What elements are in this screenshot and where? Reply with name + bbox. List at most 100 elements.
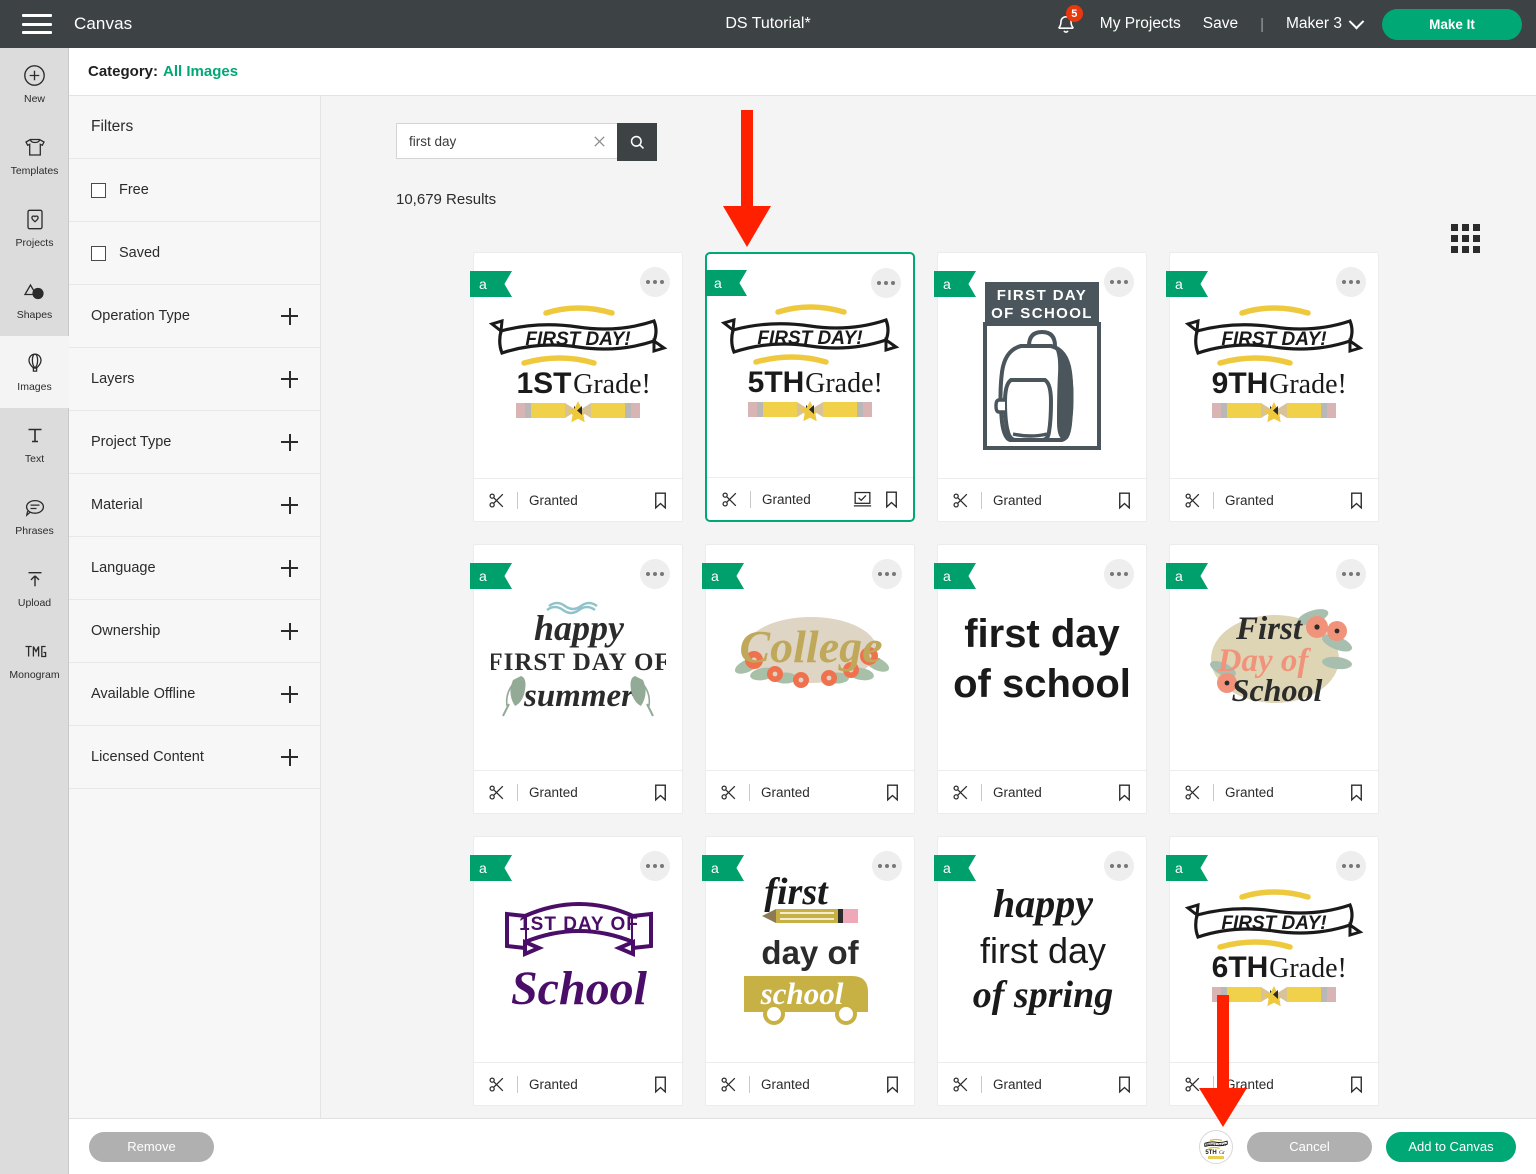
plus-icon[interactable] (281, 685, 298, 703)
image-card-first-day-6th-grade[interactable]: a FIRST DAY! 6TH Grade! Granted (1166, 836, 1379, 1106)
college-artwork: College (734, 617, 889, 688)
svg-text:FIRST DAY!: FIRST DAY! (757, 328, 862, 349)
plus-icon[interactable] (281, 559, 298, 577)
bookmark-icon[interactable] (1116, 1075, 1133, 1094)
sidebar-item-templates[interactable]: Templates (0, 120, 69, 192)
plus-icon[interactable] (281, 496, 298, 514)
sidebar-item-monogram[interactable]: Monogram (0, 624, 69, 696)
bookmark-icon[interactable] (652, 1075, 669, 1094)
image-card-first-day-of-school-floral[interactable]: a First Day of School Granted (1166, 544, 1379, 814)
image-card-first-day-9th-grade[interactable]: a FIRST DAY! 9TH Grade! Granted (1166, 252, 1379, 522)
plus-icon[interactable] (281, 622, 298, 640)
filter-group-material[interactable]: Material (69, 474, 320, 537)
bookmark-icon[interactable] (884, 783, 901, 802)
more-dots-icon[interactable] (1104, 851, 1134, 881)
added-to-canvas-icon[interactable] (853, 490, 872, 508)
save-button[interactable]: Save (1203, 15, 1238, 33)
add-to-canvas-button[interactable]: Add to Canvas (1386, 1131, 1516, 1162)
plus-icon[interactable] (281, 307, 298, 325)
bookmark-icon[interactable] (1348, 1075, 1365, 1094)
sidebar-item-upload[interactable]: Upload (0, 552, 69, 624)
more-dots-icon[interactable] (640, 267, 670, 297)
more-dots-icon[interactable] (872, 851, 902, 881)
remove-button[interactable]: Remove (89, 1131, 214, 1162)
filters-heading: Filters (69, 96, 320, 159)
sidebar-item-shapes[interactable]: Shapes (0, 264, 69, 336)
more-dots-icon[interactable] (1336, 267, 1366, 297)
svg-text:1ST DAY OF: 1ST DAY OF (519, 914, 639, 935)
bookmark-icon[interactable] (884, 1075, 901, 1094)
more-dots-icon[interactable] (1336, 559, 1366, 589)
footer-divider (1213, 783, 1214, 801)
more-dots-icon[interactable] (640, 851, 670, 881)
machine-selector[interactable]: Maker 3 (1286, 13, 1365, 33)
bookmark-icon[interactable] (652, 491, 669, 510)
image-card-first-day-of-school-plain[interactable]: a first day of school Granted (934, 544, 1147, 814)
plus-icon[interactable] (281, 370, 298, 388)
image-card-first-day-5th-grade[interactable]: a FIRST DAY! 5TH Grade! Granted (705, 252, 915, 522)
image-card-happy-first-day-of-spring[interactable]: a happy first day of spring Granted (934, 836, 1147, 1106)
license-label: Granted (529, 492, 578, 508)
clear-search-button[interactable] (581, 123, 617, 159)
sidebar-item-images[interactable]: Images (0, 336, 69, 408)
filter-group-layers[interactable]: Layers (69, 348, 320, 411)
bookmark-icon[interactable] (883, 490, 900, 509)
selected-image-thumbnail[interactable]: FIRST DAY! 5TH Gr (1199, 1129, 1233, 1164)
filter-group-label: Material (91, 497, 143, 513)
more-dots-icon[interactable] (1336, 851, 1366, 881)
image-card-first-day-of-school-backpack[interactable]: a FIRST DAY OF SCHOOL Granted (934, 252, 1147, 522)
bookmark-icon[interactable] (1348, 491, 1365, 510)
more-dots-icon[interactable] (640, 559, 670, 589)
search-submit-button[interactable] (617, 123, 657, 161)
make-it-button[interactable]: Make It (1382, 8, 1522, 40)
image-card-first-day-of-school-bus[interactable]: a first day of school Granted (702, 836, 915, 1106)
image-card-happy-first-day-of-summer[interactable]: a happy FIRST DAY OF summer Granted (470, 544, 683, 814)
sidebar-item-text[interactable]: Text (0, 408, 69, 480)
checkbox-saved[interactable] (91, 245, 106, 261)
card-footer: Granted (1170, 1062, 1378, 1105)
filter-checkbox-saved[interactable]: Saved (69, 222, 320, 285)
filter-group-licensed-content[interactable]: Licensed Content (69, 726, 320, 789)
filter-group-project-type[interactable]: Project Type (69, 411, 320, 474)
sidebar-item-phrases[interactable]: Phrases (0, 480, 69, 552)
checkbox-free[interactable] (91, 182, 106, 198)
filter-group-operation-type[interactable]: Operation Type (69, 285, 320, 348)
more-dots-icon[interactable] (1104, 559, 1134, 589)
bookmark-icon[interactable] (1348, 783, 1365, 802)
bottom-action-bar: Remove FIRST DAY! 5TH Gr Cancel Add to C… (69, 1118, 1536, 1174)
canvas-label[interactable]: Canvas (74, 14, 132, 34)
license-label: Granted (761, 1076, 810, 1092)
image-card-first-day-1st-grade[interactable]: a FIRST DAY! 1ST Grade! Granted (470, 252, 683, 522)
bookmark-icon[interactable] (1116, 783, 1133, 802)
svg-text:School: School (510, 962, 647, 1015)
card-footer: Granted (707, 477, 913, 520)
image-card-college-floral[interactable]: a College Granted (702, 544, 915, 814)
notifications-button[interactable]: 5 (1050, 5, 1084, 41)
grid-view-icon[interactable] (1451, 224, 1480, 253)
text-t-icon (28, 428, 41, 443)
bookmark-icon[interactable] (652, 783, 669, 802)
sidebar-item-projects[interactable]: Projects (0, 192, 69, 264)
filter-group-available-offline[interactable]: Available Offline (69, 663, 320, 726)
plus-icon[interactable] (281, 433, 298, 451)
category-value[interactable]: All Images (158, 63, 238, 80)
filter-group-ownership[interactable]: Ownership (69, 600, 320, 663)
plus-icon[interactable] (281, 748, 298, 766)
more-dots-icon[interactable] (871, 268, 901, 298)
more-dots-icon[interactable] (1104, 267, 1134, 297)
shapes-icon (23, 283, 44, 300)
filter-group-language[interactable]: Language (69, 537, 320, 600)
sidebar-item-new[interactable]: New (0, 48, 69, 120)
my-projects-link[interactable]: My Projects (1100, 15, 1181, 33)
sidebar-label-projects: Projects (15, 237, 54, 249)
svg-text:School: School (1231, 672, 1322, 708)
bookmark-icon[interactable] (1116, 491, 1133, 510)
cancel-button[interactable]: Cancel (1247, 1131, 1372, 1162)
filter-checkbox-free[interactable]: Free (69, 159, 320, 222)
grade-banner-artwork: FIRST DAY! 1ST Grade! (488, 305, 668, 423)
more-dots-icon[interactable] (872, 559, 902, 589)
image-card-1st-day-of-school-purple[interactable]: a 1ST DAY OF School Granted (470, 836, 683, 1106)
hamburger-menu-icon[interactable] (22, 14, 52, 34)
scissors-icon (1185, 1076, 1200, 1092)
search-input[interactable]: first day (396, 123, 581, 159)
